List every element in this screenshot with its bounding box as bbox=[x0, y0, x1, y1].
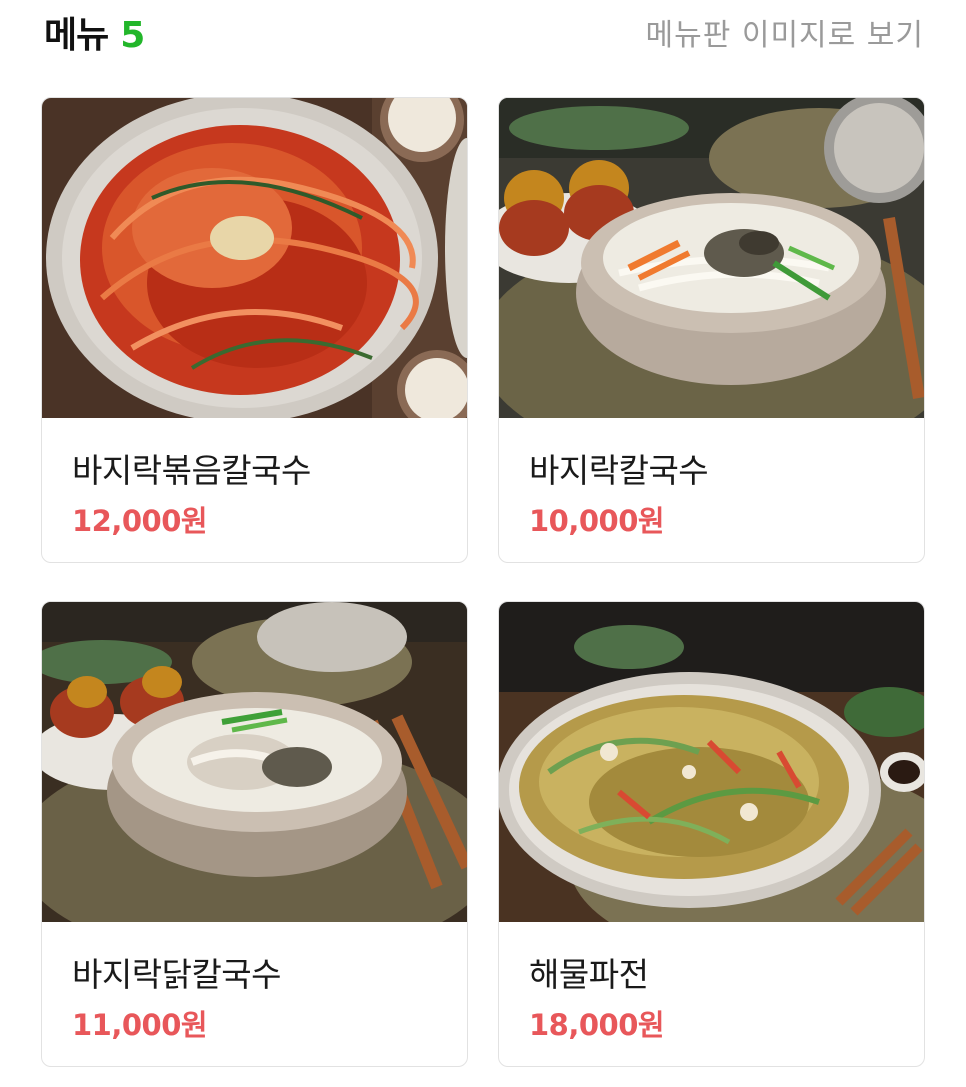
menu-title-label: 메뉴 bbox=[44, 15, 109, 56]
menu-item-price: 12,000원 bbox=[72, 504, 208, 538]
menu-item-card[interactable]: 바지락볶음칼국수 12,000원 bbox=[41, 97, 468, 563]
menu-count: 5 bbox=[120, 15, 145, 56]
menu-item-card[interactable]: 해물파전 18,000원 bbox=[498, 601, 925, 1067]
view-menu-image-link[interactable]: 메뉴판 이미지로 보기 bbox=[646, 10, 924, 54]
menu-item-card[interactable]: 바지락닭칼국수 11,000원 bbox=[41, 601, 468, 1067]
seafood-pancake-photo bbox=[499, 602, 924, 922]
spicy-stir-fried-noodles-photo bbox=[42, 98, 467, 418]
menu-item-name: 바지락닭칼국수 bbox=[72, 955, 282, 994]
clam-noodle-soup-photo bbox=[499, 98, 924, 418]
clam-chicken-noodle-soup-photo bbox=[42, 602, 467, 922]
menu-header: 메뉴 5 메뉴판 이미지로 보기 bbox=[0, 0, 966, 60]
menu-item-price: 10,000원 bbox=[529, 504, 665, 538]
menu-item-card[interactable]: 바지락칼국수 10,000원 bbox=[498, 97, 925, 563]
menu-item-name: 해물파전 bbox=[529, 955, 649, 994]
menu-item-price: 18,000원 bbox=[529, 1008, 665, 1042]
menu-item-name: 바지락볶음칼국수 bbox=[72, 451, 311, 490]
menu-item-price: 11,000원 bbox=[72, 1008, 208, 1042]
menu-title: 메뉴 5 bbox=[44, 6, 145, 58]
menu-item-name: 바지락칼국수 bbox=[529, 451, 709, 490]
